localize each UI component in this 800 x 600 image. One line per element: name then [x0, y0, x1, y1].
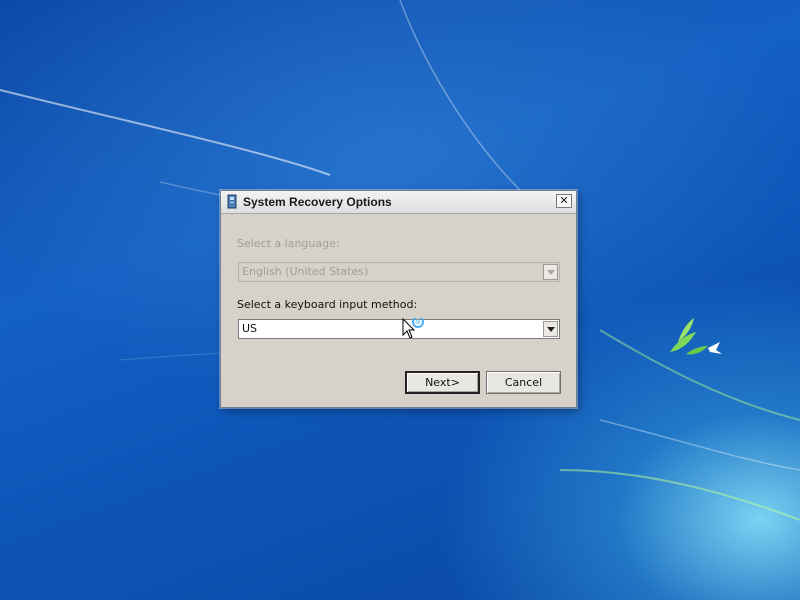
title-bar[interactable]: System Recovery Options ✕	[221, 191, 576, 214]
close-icon: ✕	[559, 194, 569, 207]
language-select-value: English (United States)	[242, 265, 369, 278]
close-button[interactable]: ✕	[556, 194, 572, 208]
keyboard-dropdown-button[interactable]	[543, 321, 558, 337]
busy-cursor-icon	[402, 318, 424, 339]
recovery-app-icon	[227, 194, 237, 209]
system-recovery-dialog: System Recovery Options ✕ Select a langu…	[220, 190, 577, 408]
keyboard-select-value: US	[242, 322, 258, 335]
chevron-down-icon	[547, 270, 555, 275]
chevron-down-icon	[547, 327, 555, 332]
window-title: System Recovery Options	[243, 195, 392, 209]
language-label: Select a language:	[237, 237, 340, 250]
language-select: English (United States)	[238, 262, 560, 282]
language-dropdown-button	[543, 264, 558, 280]
keyboard-select[interactable]: US	[238, 319, 560, 339]
birds-logo-icon	[670, 318, 722, 355]
cancel-button[interactable]: Cancel	[486, 371, 561, 394]
next-button[interactable]: Next>	[405, 371, 480, 394]
keyboard-label: Select a keyboard input method:	[237, 298, 418, 311]
